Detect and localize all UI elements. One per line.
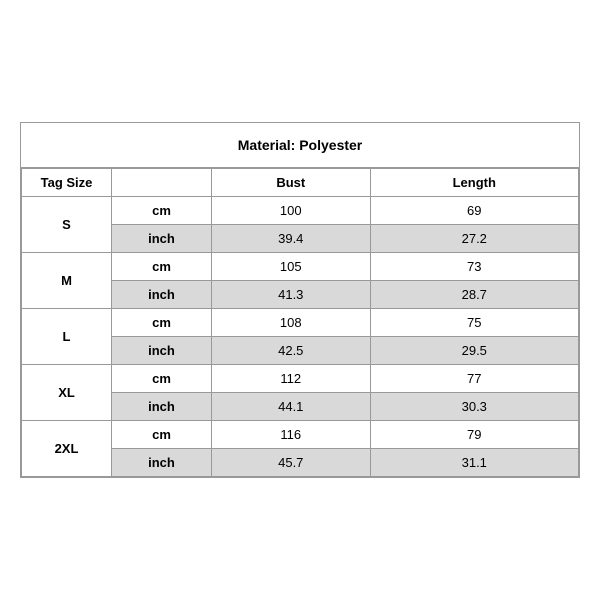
unit-cm-cell: cm [112,365,212,393]
bust-cm-value: 108 [212,309,371,337]
length-inch-value: 29.5 [370,337,578,365]
tag-size-cell: XL [22,365,112,421]
unit-inch-cell: inch [112,337,212,365]
unit-inch-cell: inch [112,281,212,309]
length-inch-value: 31.1 [370,449,578,477]
bust-cm-value: 100 [212,197,371,225]
length-inch-value: 30.3 [370,393,578,421]
table-row: Mcm10573 [22,253,579,281]
bust-inch-value: 42.5 [212,337,371,365]
tag-size-cell: 2XL [22,421,112,477]
unit-inch-cell: inch [112,393,212,421]
bust-cm-value: 116 [212,421,371,449]
unit-cm-cell: cm [112,253,212,281]
length-cm-value: 73 [370,253,578,281]
bust-inch-value: 44.1 [212,393,371,421]
table-header-row: Tag Size Bust Length [22,169,579,197]
tag-size-cell: L [22,309,112,365]
table-row: XLcm11277 [22,365,579,393]
chart-title: Material: Polyester [21,123,579,168]
length-inch-value: 28.7 [370,281,578,309]
header-empty [112,169,212,197]
bust-inch-value: 39.4 [212,225,371,253]
unit-cm-cell: cm [112,309,212,337]
unit-inch-cell: inch [112,449,212,477]
length-inch-value: 27.2 [370,225,578,253]
bust-inch-value: 45.7 [212,449,371,477]
bust-inch-value: 41.3 [212,281,371,309]
table-row: 2XLcm11679 [22,421,579,449]
tag-size-cell: S [22,197,112,253]
unit-inch-cell: inch [112,225,212,253]
tag-size-cell: M [22,253,112,309]
header-tag-size: Tag Size [22,169,112,197]
header-bust: Bust [212,169,371,197]
length-cm-value: 79 [370,421,578,449]
length-cm-value: 75 [370,309,578,337]
bust-cm-value: 105 [212,253,371,281]
length-cm-value: 69 [370,197,578,225]
header-length: Length [370,169,578,197]
bust-cm-value: 112 [212,365,371,393]
table-row: Scm10069 [22,197,579,225]
size-table: Tag Size Bust Length Scm10069inch39.427.… [21,168,579,477]
size-chart-container: Material: Polyester Tag Size Bust Length… [20,122,580,478]
length-cm-value: 77 [370,365,578,393]
unit-cm-cell: cm [112,197,212,225]
table-row: Lcm10875 [22,309,579,337]
unit-cm-cell: cm [112,421,212,449]
